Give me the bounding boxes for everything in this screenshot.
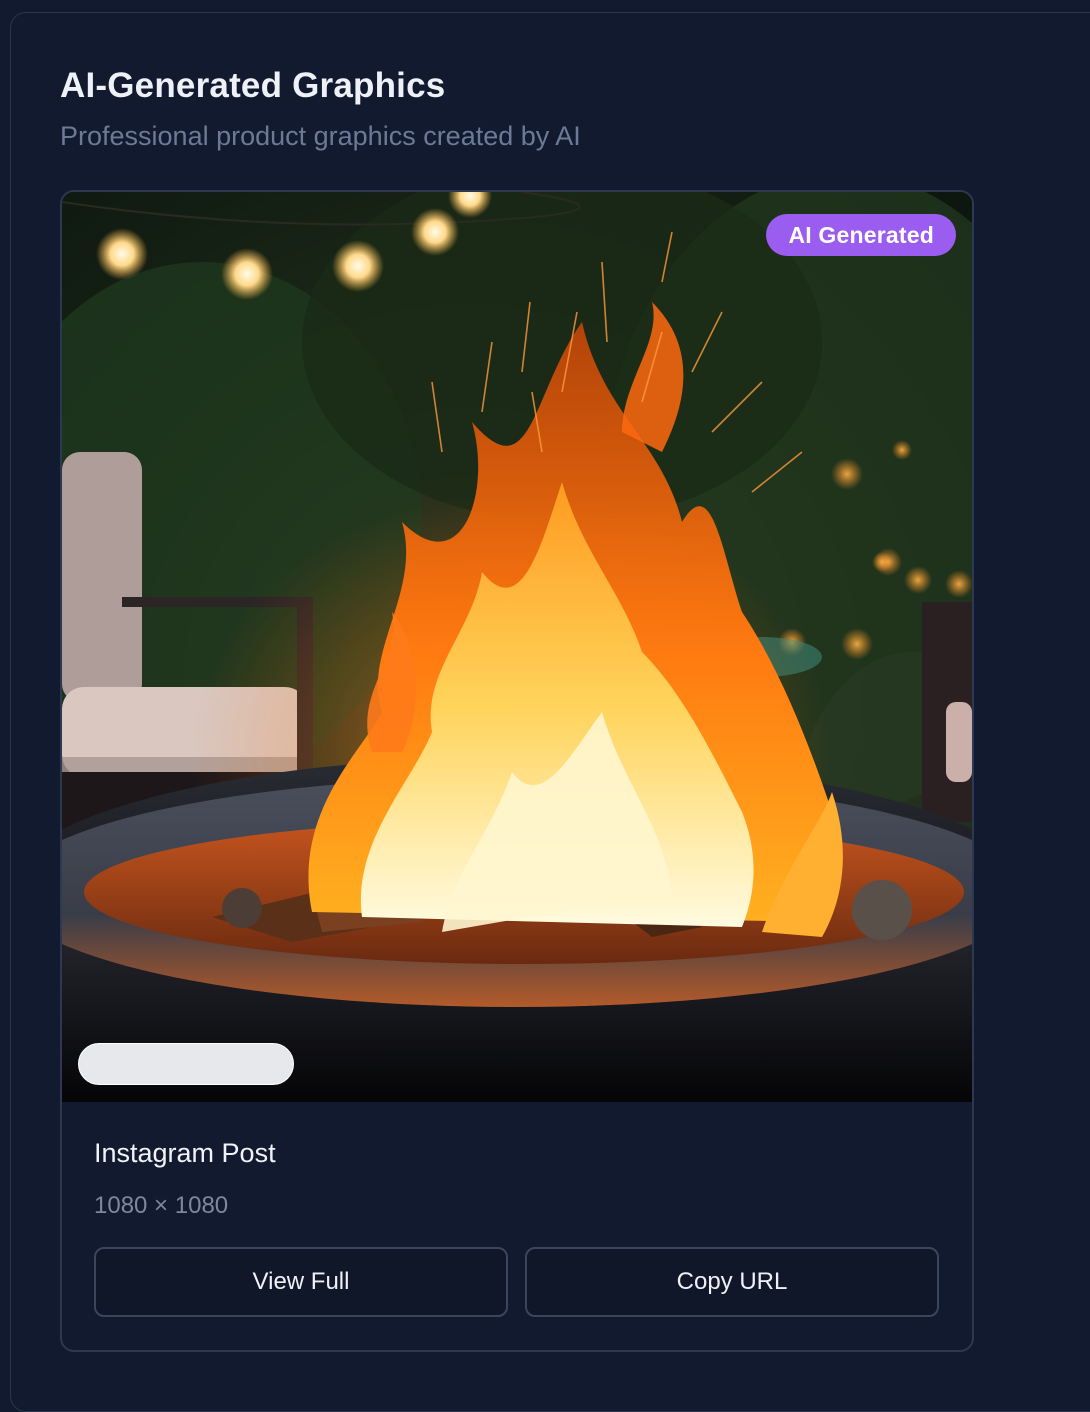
fire-pit-photo: [62, 192, 972, 1102]
section-title: AI-Generated Graphics: [60, 66, 446, 105]
ai-generated-badge: AI Generated: [766, 214, 956, 256]
graphic-preview-image[interactable]: AI Generated: [62, 192, 972, 1102]
copy-url-button[interactable]: Copy URL: [525, 1247, 939, 1317]
graphic-title: Instagram Post: [94, 1138, 276, 1168]
graphic-card: AI Generated Instagram Post 1080 × 1080 …: [60, 190, 974, 1352]
view-full-button[interactable]: View Full: [94, 1247, 508, 1317]
graphic-dimensions: 1080 × 1080: [94, 1192, 229, 1219]
section-subtitle: Professional product graphics created by…: [60, 121, 581, 151]
image-overlay-pill: [78, 1043, 294, 1085]
